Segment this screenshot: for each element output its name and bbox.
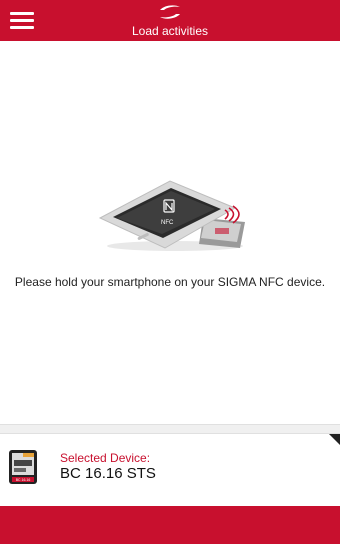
phone-nfc-illustration: NFC <box>98 180 245 251</box>
selected-device-name: BC 16.16 STS <box>60 465 156 482</box>
nfc-label: NFC <box>161 220 174 226</box>
device-thumb-label: BC 16.16 <box>16 478 31 482</box>
corner-indicator-icon <box>329 434 340 445</box>
sigma-logo-icon <box>160 5 180 19</box>
selected-device-card[interactable]: BC 16.16 Selected Device: BC 16.16 STS <box>0 434 340 506</box>
footer-bar <box>0 506 340 544</box>
instruction-text: Please hold your smartphone on your SIGM… <box>14 275 326 289</box>
page-title: Load activities <box>131 24 209 38</box>
app-header: Load activities <box>0 0 340 41</box>
section-divider <box>0 424 340 434</box>
selected-device-label: Selected Device: <box>60 451 151 465</box>
bike-computer-icon: BC 16.16 <box>9 450 37 484</box>
